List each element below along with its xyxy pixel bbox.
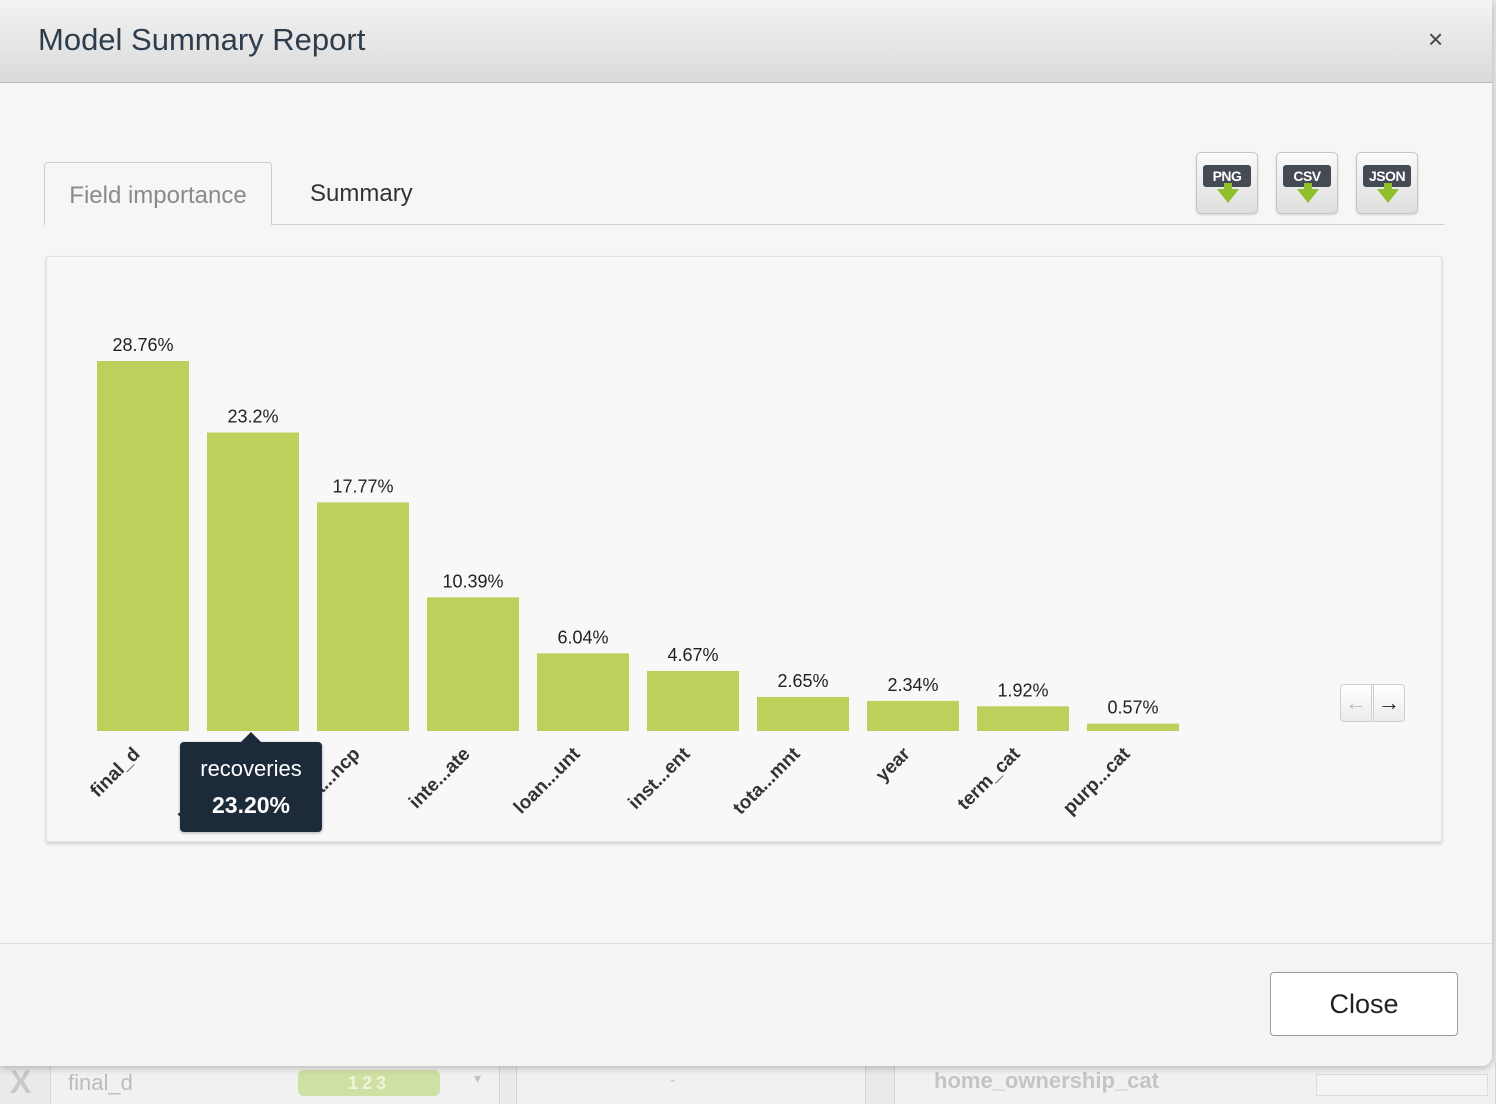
bar-recoveries[interactable] — [207, 432, 299, 731]
bar-value-label: 17.77% — [332, 476, 393, 496]
csv-download-button[interactable]: CSV — [1276, 152, 1338, 214]
background-input — [1316, 1074, 1488, 1096]
bar-value-label: 1.92% — [997, 680, 1048, 700]
tooltip-value: 23.20% — [211, 792, 290, 818]
bar-term_cat[interactable] — [977, 706, 1069, 731]
bar-final_d[interactable] — [97, 361, 189, 731]
background-type-badge: 123 — [298, 1070, 440, 1096]
pager-prev-button[interactable]: ← — [1340, 684, 1372, 722]
bar-value-label: 6.04% — [557, 627, 608, 647]
download-arrow-icon — [1297, 189, 1319, 203]
tooltip-field-name: recoveries — [200, 756, 302, 781]
model-summary-modal: Model Summary Report × Field importance … — [0, 0, 1492, 1066]
background-dash: - — [670, 1072, 676, 1089]
background-dropdown-icon: ▾ — [474, 1070, 482, 1086]
background-column-name: home_ownership_cat — [934, 1068, 1159, 1093]
close-button[interactable]: Close — [1270, 972, 1458, 1036]
x-tick-label: term_cat — [954, 743, 1025, 814]
tab-field-importance[interactable]: Field importance — [44, 162, 272, 225]
modal-header: Model Summary Report × — [0, 0, 1492, 83]
png-download-button[interactable]: PNG — [1196, 152, 1258, 214]
modal-footer — [0, 943, 1492, 1066]
bar-loan...unt[interactable] — [537, 653, 629, 731]
tab-summary[interactable]: Summary — [310, 180, 413, 208]
x-tick-label: purp...cat — [1059, 743, 1135, 819]
bar-purp...cat[interactable] — [1087, 723, 1179, 731]
bar-tooltip: recoveries 23.20% — [180, 732, 322, 832]
background-field-name: final_d — [68, 1070, 133, 1095]
json-download-button[interactable]: JSON — [1356, 152, 1418, 214]
x-tick-label: inte...ate — [405, 744, 474, 813]
bar-tota...mnt[interactable] — [757, 696, 849, 731]
bar-value-label: 2.65% — [777, 671, 828, 691]
close-icon[interactable]: × — [1428, 24, 1443, 55]
bar-value-label: 0.57% — [1107, 698, 1158, 718]
background-value-cell — [516, 1062, 866, 1104]
bar-inte...ate[interactable] — [427, 597, 519, 731]
bar-tota...ncp[interactable] — [317, 502, 409, 731]
modal-title: Model Summary Report — [38, 22, 366, 57]
x-tick-label: loan...unt — [510, 743, 585, 818]
bar-value-label: 4.67% — [667, 645, 718, 665]
pager-next-button[interactable]: → — [1373, 684, 1405, 722]
download-arrow-icon — [1377, 189, 1399, 203]
x-tick-label: final_d — [86, 744, 144, 802]
bar-year[interactable] — [867, 700, 959, 731]
bar-value-label: 10.39% — [442, 571, 503, 591]
background-x-label: X — [10, 1064, 32, 1100]
bar-value-label: 28.76% — [112, 335, 173, 355]
x-tick-label: inst...ent — [624, 743, 695, 814]
bar-value-label: 2.34% — [887, 675, 938, 695]
bar-value-label: 23.2% — [227, 407, 278, 427]
x-tick-label: year — [872, 743, 915, 786]
x-tick-label: tota...mnt — [729, 743, 805, 819]
bar-inst...ent[interactable] — [647, 670, 739, 731]
download-arrow-icon — [1217, 189, 1239, 203]
